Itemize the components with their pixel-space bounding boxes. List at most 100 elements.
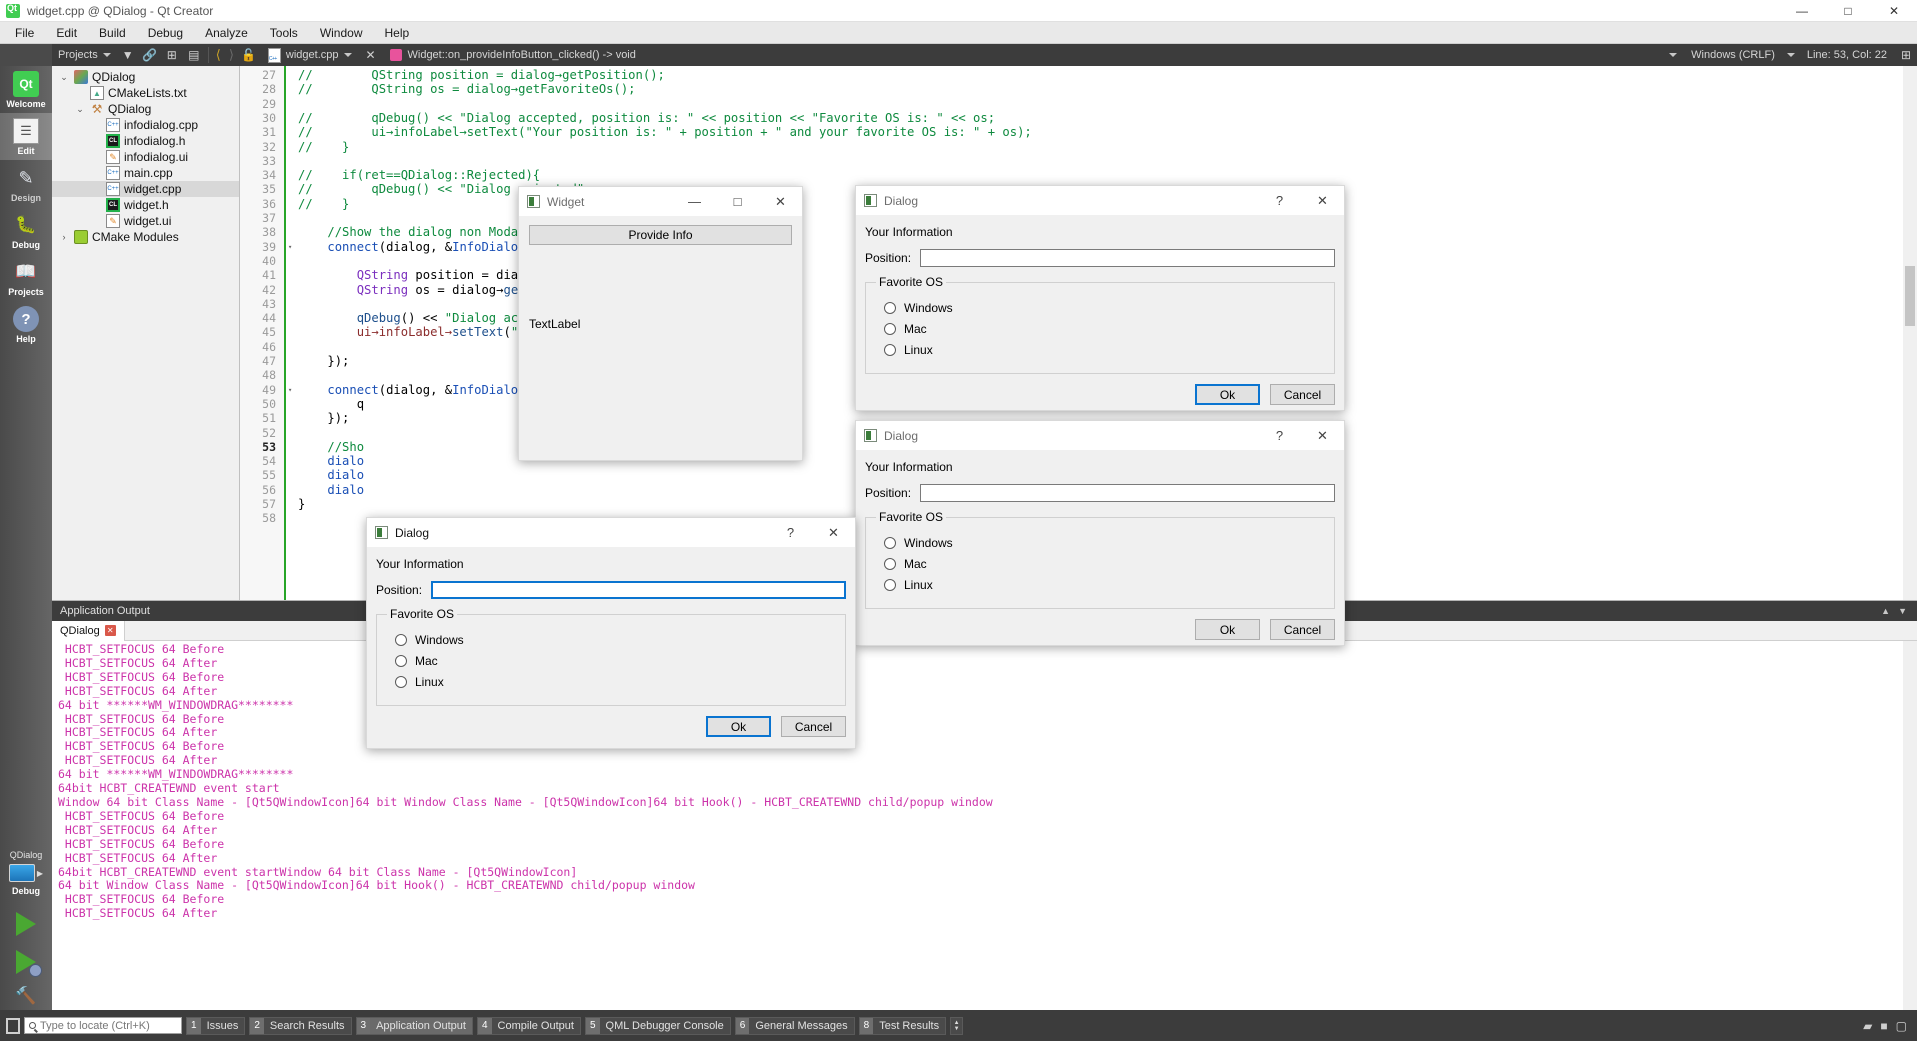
- locator-input[interactable]: Type to locate (Ctrl+K): [24, 1017, 182, 1034]
- mode-edit[interactable]: ☰ Edit: [0, 113, 52, 160]
- code-line[interactable]: // if(ret==QDialog::Rejected){: [298, 168, 540, 182]
- minimize-button[interactable]: —: [1779, 0, 1825, 22]
- ok-button[interactable]: Ok: [706, 716, 771, 737]
- expand-toggle-icon[interactable]: ⌄: [58, 72, 70, 83]
- progress-details-icon[interactable]: ▰: [1863, 1019, 1872, 1033]
- mode-projects[interactable]: 📖 Projects: [0, 254, 52, 301]
- pane-updown-icon[interactable]: ▲ ▼: [950, 1016, 964, 1035]
- code-line[interactable]: dialo: [298, 483, 364, 497]
- lock-icon[interactable]: 🔓: [238, 46, 260, 64]
- code-line[interactable]: QString os = dialog→getFav: [298, 283, 548, 297]
- code-line[interactable]: //Sho: [298, 440, 364, 454]
- output-pane-button-application-output[interactable]: 3 Application Output: [355, 1016, 473, 1035]
- split-editor-icon[interactable]: ⊞: [1895, 46, 1917, 64]
- position-input[interactable]: [920, 484, 1335, 502]
- toggle-sidebar-icon[interactable]: [6, 1017, 20, 1034]
- project-selector[interactable]: Projects: [52, 49, 117, 61]
- dialog-window-2[interactable]: Dialog ? ✕ Your Information Position: Fa…: [855, 420, 1345, 646]
- output-pane-button-issues[interactable]: 1 Issues: [186, 1016, 246, 1035]
- ok-button[interactable]: Ok: [1195, 384, 1260, 405]
- radio-windows[interactable]: Windows: [884, 536, 1324, 550]
- code-line[interactable]: });: [298, 354, 349, 368]
- cancel-button[interactable]: Cancel: [1270, 619, 1335, 640]
- radio-linux[interactable]: Linux: [884, 343, 1324, 357]
- code-line[interactable]: });: [298, 411, 349, 425]
- chevron-down-icon[interactable]: [1786, 53, 1795, 57]
- close-button[interactable]: ✕: [759, 187, 802, 216]
- help-button[interactable]: ?: [769, 518, 812, 547]
- code-line[interactable]: // QString os = dialog→getFavoriteOs();: [298, 82, 636, 96]
- code-line[interactable]: // ui→infoLabel→setText("Your position i…: [298, 125, 1032, 139]
- code-fold-toggle-icon[interactable]: ▾: [288, 240, 292, 254]
- close-button[interactable]: ✕: [1301, 186, 1344, 215]
- tree-item-qdialog[interactable]: ⌄ QDialog: [52, 69, 239, 85]
- maximize-button[interactable]: □: [1825, 0, 1871, 22]
- widget-window-titlebar[interactable]: Widget — □ ✕: [519, 187, 802, 216]
- minimize-pane-icon[interactable]: ■: [1880, 1019, 1887, 1033]
- minimize-button[interactable]: —: [673, 187, 716, 216]
- radio-windows[interactable]: Windows: [395, 633, 835, 647]
- chevron-down-icon[interactable]: [1669, 53, 1678, 57]
- cancel-button[interactable]: Cancel: [1270, 384, 1335, 405]
- code-line[interactable]: }: [298, 497, 305, 511]
- tree-item-infodialog-h[interactable]: CL infodialog.h: [52, 133, 239, 149]
- radio-mac[interactable]: Mac: [395, 654, 835, 668]
- output-text-area[interactable]: HCBT_SETFOCUS 64 Before HCBT_SETFOCUS 64…: [52, 641, 1917, 1010]
- close-button[interactable]: ✕: [1871, 0, 1917, 22]
- tree-item-infodialog-cpp[interactable]: C++ infodialog.cpp: [52, 117, 239, 133]
- tree-item-main-cpp[interactable]: C++ main.cpp: [52, 165, 239, 181]
- code-line[interactable]: dialo: [298, 468, 364, 482]
- menu-debug[interactable]: Debug: [137, 23, 194, 43]
- hammer-icon[interactable]: 🔨: [15, 986, 36, 1006]
- close-pane-icon[interactable]: ▼: [1898, 606, 1907, 616]
- code-line[interactable]: dialo: [298, 454, 364, 468]
- tree-item-widget-ui[interactable]: ✎ widget.ui: [52, 213, 239, 229]
- navigate-forward-icon[interactable]: ⟩: [225, 47, 238, 63]
- cancel-button[interactable]: Cancel: [781, 716, 846, 737]
- code-line[interactable]: ui→infoLabel→setText("You: [298, 325, 540, 339]
- output-vertical-scrollbar[interactable]: [1903, 641, 1917, 1010]
- open-file-selector[interactable]: widget.cpp: [260, 47, 360, 63]
- code-line[interactable]: // }: [298, 140, 349, 154]
- close-button[interactable]: ✕: [812, 518, 855, 547]
- menu-edit[interactable]: Edit: [45, 23, 88, 43]
- output-pane-button-qml-debugger-console[interactable]: 5 QML Debugger Console: [584, 1016, 731, 1035]
- code-line[interactable]: connect(dialog, &InfoDialog::a: [298, 240, 547, 254]
- position-input[interactable]: [920, 249, 1335, 267]
- radio-linux[interactable]: Linux: [395, 675, 835, 689]
- tree-item-widget-cpp[interactable]: C++ widget.cpp: [52, 181, 239, 197]
- dialog-titlebar[interactable]: Dialog ? ✕: [856, 186, 1344, 215]
- code-line[interactable]: // qDebug() << "Dialog accepted, positio…: [298, 111, 995, 125]
- menu-analyze[interactable]: Analyze: [194, 23, 259, 43]
- radio-linux[interactable]: Linux: [884, 578, 1324, 592]
- position-input[interactable]: [431, 581, 846, 599]
- symbol-selector[interactable]: Widget::on_provideInfoButton_clicked() -…: [382, 49, 644, 61]
- code-line[interactable]: qDebug() << "Dialog accepte: [298, 311, 555, 325]
- provide-info-button[interactable]: Provide Info: [529, 225, 792, 245]
- tree-item-widget-h[interactable]: CL widget.h: [52, 197, 239, 213]
- debug-run-icon[interactable]: [16, 950, 42, 977]
- radio-mac[interactable]: Mac: [884, 322, 1324, 336]
- close-button[interactable]: ✕: [1301, 421, 1344, 450]
- expand-toggle-icon[interactable]: ⌄: [74, 104, 86, 115]
- expand-pane-icon[interactable]: ▢: [1896, 1019, 1907, 1033]
- cursor-position-label[interactable]: Line: 53, Col: 22: [1807, 49, 1887, 61]
- ok-button[interactable]: Ok: [1195, 619, 1260, 640]
- radio-mac[interactable]: Mac: [884, 557, 1324, 571]
- code-fold-toggle-icon[interactable]: ▾: [288, 383, 292, 397]
- output-pane-button-test-results[interactable]: 8 Test Results: [858, 1016, 947, 1035]
- mode-debug[interactable]: 🐛 Debug: [0, 207, 52, 254]
- dialog-titlebar[interactable]: Dialog ? ✕: [367, 518, 855, 547]
- split-icon[interactable]: ⊞: [161, 46, 183, 64]
- output-pane-button-general-messages[interactable]: 6 General Messages: [734, 1016, 855, 1035]
- tree-item-cmake-modules[interactable]: › CMake Modules: [52, 229, 239, 245]
- filter-icon[interactable]: ▼: [117, 46, 139, 64]
- tree-item-infodialog-ui[interactable]: ✎ infodialog.ui: [52, 149, 239, 165]
- dialog-window-1[interactable]: Dialog ? ✕ Your Information Position: Fa…: [855, 185, 1345, 411]
- mode-design[interactable]: ✎ Design: [0, 160, 52, 207]
- widget-window[interactable]: Widget — □ ✕ Provide Info TextLabel: [518, 186, 803, 461]
- radio-windows[interactable]: Windows: [884, 301, 1324, 315]
- navigate-back-icon[interactable]: ⟨: [212, 47, 225, 63]
- tree-item-cmakelists-txt[interactable]: ▲ CMakeLists.txt: [52, 85, 239, 101]
- maximize-button[interactable]: □: [716, 187, 759, 216]
